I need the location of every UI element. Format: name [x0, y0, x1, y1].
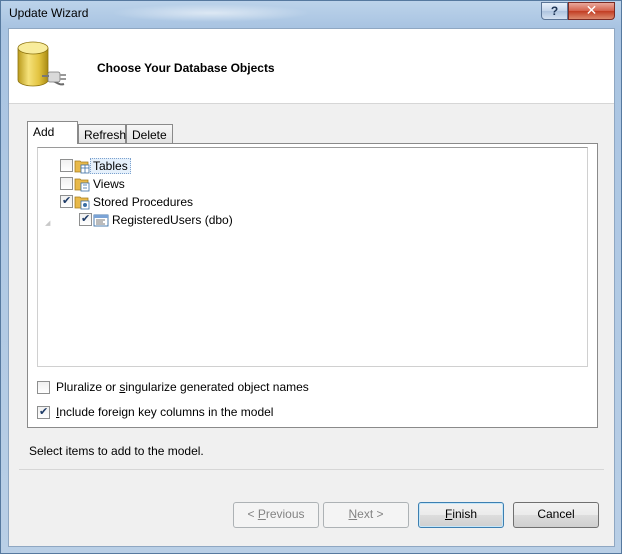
tree-item-views[interactable]: Views: [60, 175, 200, 193]
tab-delete[interactable]: Delete: [126, 124, 173, 144]
status-text: Select items to add to the model.: [29, 444, 204, 458]
tab-refresh[interactable]: Refresh: [78, 124, 126, 144]
pluralize-checkbox[interactable]: [37, 381, 50, 394]
previous-button[interactable]: < Previous: [233, 502, 319, 528]
tab-add[interactable]: Add: [27, 121, 78, 144]
help-button[interactable]: ?: [541, 2, 568, 20]
pluralize-option[interactable]: Pluralize or singularize generated objec…: [37, 380, 337, 396]
tree-item-label: Stored Procedures: [93, 195, 194, 209]
title-bar[interactable]: Update Wizard ? ✕: [1, 1, 621, 27]
tree-expander-icon[interactable]: ◢: [45, 219, 50, 227]
tree-item-tables[interactable]: Tables: [60, 157, 200, 175]
foreign-keys-checkbox[interactable]: [37, 405, 50, 419]
database-objects-tree[interactable]: ◢ Tables Views ✔ Stored Procedures ✔ Reg…: [37, 147, 588, 367]
views-checkbox[interactable]: [60, 177, 73, 190]
cancel-button[interactable]: Cancel: [513, 502, 599, 528]
wizard-header: Choose Your Database Objects: [9, 29, 614, 104]
tree-item-stored-procedures[interactable]: Stored Procedures: [60, 193, 220, 211]
foreign-keys-label: Include foreign key columns in the model: [56, 405, 274, 419]
window-title: Update Wizard: [9, 6, 89, 20]
close-button[interactable]: ✕: [568, 2, 615, 20]
footer-divider: [19, 469, 604, 470]
tree-item-registered-users[interactable]: RegisteredUsers (dbo): [79, 211, 259, 229]
title-glow: [111, 4, 311, 22]
add-tab-panel: ◢ Tables Views ✔ Stored Procedures ✔ Reg…: [27, 143, 598, 428]
stored-procedures-checkbox[interactable]: [60, 194, 73, 208]
pluralize-label: Pluralize or singularize generated objec…: [56, 380, 309, 394]
foreign-keys-option[interactable]: Include foreign key columns in the model: [37, 405, 337, 421]
tree-item-label: Tables: [90, 158, 131, 174]
wizard-client-area: Choose Your Database Objects Add Refresh…: [8, 28, 615, 547]
update-wizard-window: Update Wizard ? ✕ Choose Your Database O…: [0, 0, 622, 554]
registered-users-checkbox[interactable]: [79, 212, 92, 226]
next-button[interactable]: Next >: [323, 502, 409, 528]
tables-checkbox[interactable]: [60, 159, 73, 172]
finish-button[interactable]: Finish: [418, 502, 504, 528]
folder-view-icon: [74, 178, 90, 192]
page-title: Choose Your Database Objects: [97, 61, 275, 75]
folder-table-icon: [74, 160, 90, 174]
tree-item-label: Views: [93, 177, 125, 191]
stored-procedure-icon: [93, 214, 109, 227]
folder-procedure-icon: [74, 196, 90, 210]
tree-item-label: RegisteredUsers (dbo): [112, 213, 233, 227]
database-plug-icon: [17, 41, 66, 87]
